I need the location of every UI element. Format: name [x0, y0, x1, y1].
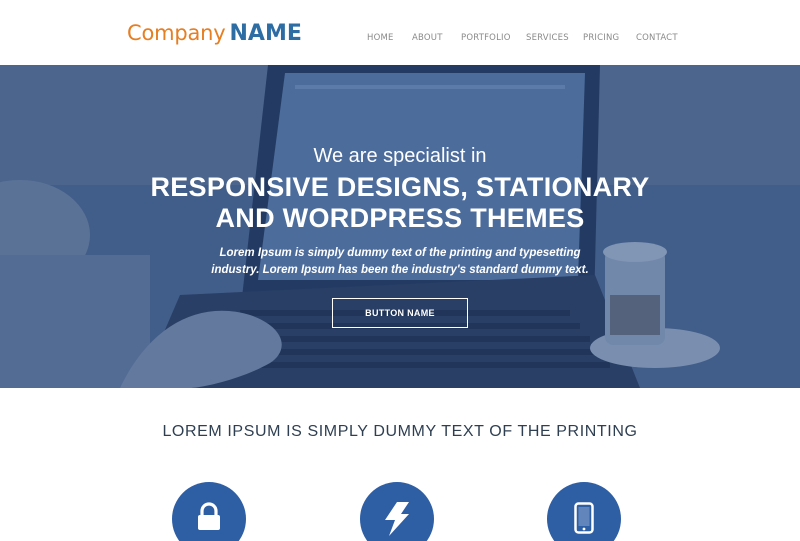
mobile-phone-icon	[574, 502, 594, 534]
hero-banner: We are specialist in RESPONSIVE DESIGNS,…	[0, 65, 800, 388]
hero-title-line2: AND WORDPRESS THEMES	[215, 203, 585, 233]
nav-link-pricing[interactable]: PRICING	[583, 33, 619, 43]
feature-circle-lock	[172, 482, 246, 541]
nav-link-about[interactable]: ABOUT	[412, 33, 443, 43]
nav-link-contact[interactable]: CONTACT	[636, 33, 678, 43]
feature-circle-mobile	[547, 482, 621, 541]
nav-link-portfolio[interactable]: PORTFOLIO	[461, 33, 511, 43]
section-title: LOREM IPSUM IS SIMPLY DUMMY TEXT OF THE …	[162, 423, 638, 440]
page: Company NAME HOME ABOUT PORTFOLIO SERVICE…	[0, 0, 800, 541]
site-header: Company NAME HOME ABOUT PORTFOLIO SERVICE…	[0, 0, 800, 65]
lock-icon	[198, 502, 220, 530]
feature-circle-lightning	[360, 482, 434, 541]
hero-cta-button[interactable]: BUTTON NAME	[332, 298, 468, 328]
nav-link-home[interactable]: HOME	[367, 33, 394, 43]
hero-subtitle: We are specialist in	[313, 145, 487, 167]
nav-link-services[interactable]: SERVICES	[526, 33, 569, 43]
hero-title-line1: RESPONSIVE DESIGNS, STATIONARY	[150, 172, 650, 202]
main-nav: HOME ABOUT PORTFOLIO SERVICES PRICING CO…	[0, 33, 800, 47]
lightning-icon	[385, 502, 409, 536]
hero-description-line2: industry. Lorem Ipsum has been the indus…	[211, 264, 589, 276]
